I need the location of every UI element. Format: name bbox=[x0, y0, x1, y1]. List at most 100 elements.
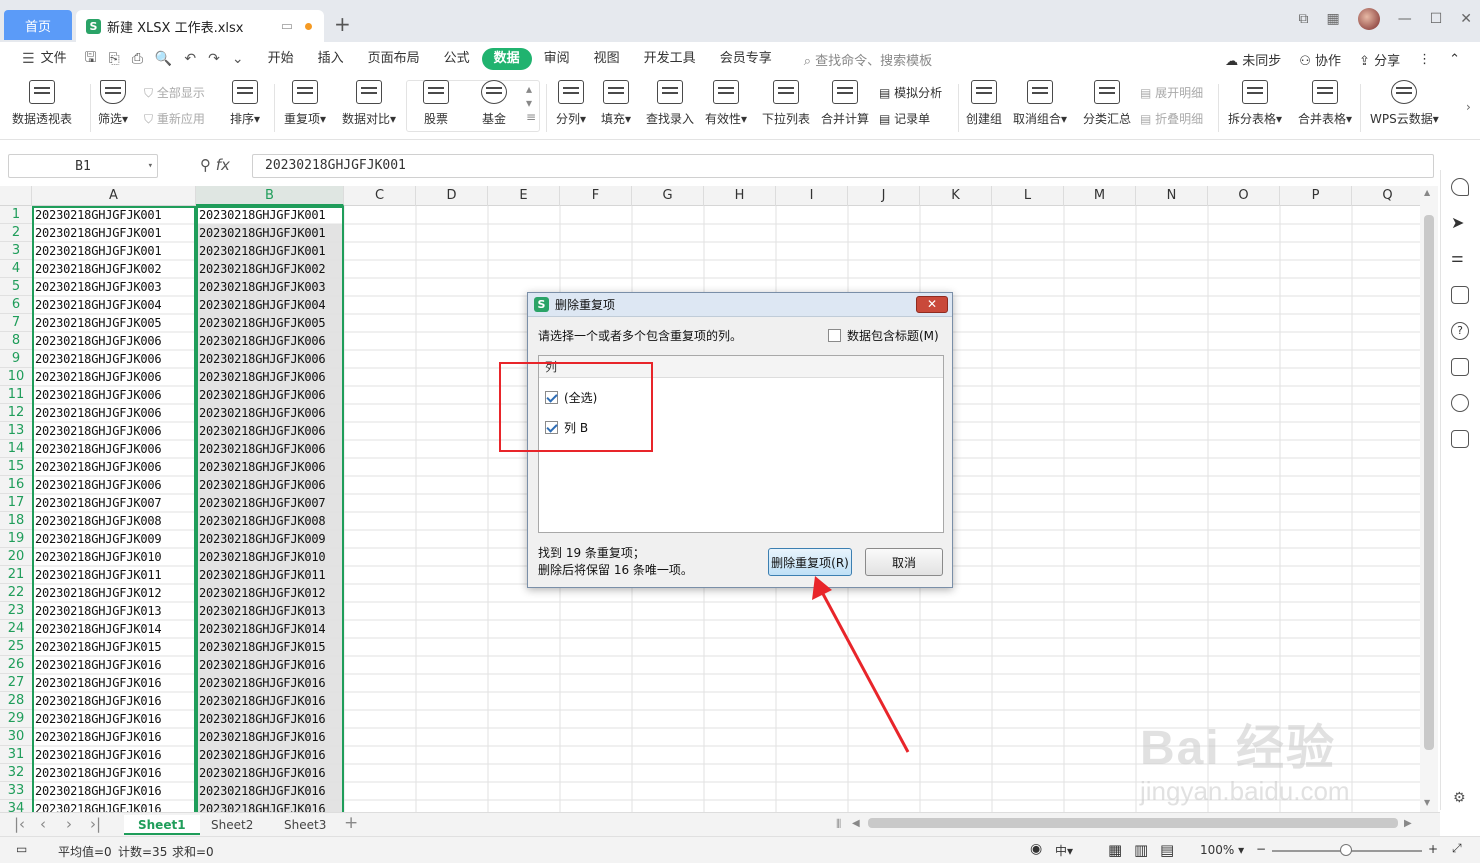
delete-duplicates-button[interactable]: 删除重复项(R) bbox=[768, 548, 852, 576]
expand-detail-button[interactable]: ▤ 展开明细 bbox=[1140, 84, 1203, 101]
column-b-checkbox[interactable] bbox=[545, 421, 558, 434]
settings-gear-icon[interactable]: ⚙ bbox=[1453, 790, 1466, 806]
menu-file[interactable]: 文件 bbox=[41, 48, 79, 70]
close-window-icon[interactable]: ✕ bbox=[1460, 11, 1472, 27]
sheet-tab-1[interactable]: Sheet1 bbox=[124, 815, 200, 835]
export-pdf-icon[interactable]: ⎘ bbox=[103, 51, 126, 67]
record-form-button[interactable]: ▤ 记录单 bbox=[879, 110, 930, 127]
name-box-dropdown-icon[interactable]: ▾ bbox=[148, 161, 153, 171]
quick-access-dropdown-icon[interactable]: ⌄ bbox=[226, 51, 256, 67]
ribbon-scroll-right-icon[interactable]: › bbox=[1466, 100, 1471, 114]
last-sheet-icon[interactable]: ›| bbox=[90, 815, 101, 833]
show-all-button[interactable]: ⛉ 全部显示 bbox=[144, 84, 205, 101]
scroll-down-icon[interactable]: ▼ bbox=[1424, 798, 1430, 807]
menu-formula[interactable]: 公式 bbox=[432, 48, 482, 70]
menu-developer[interactable]: 开发工具 bbox=[632, 48, 708, 70]
help-icon[interactable]: ? bbox=[1451, 322, 1469, 340]
column-b-item[interactable]: 列 B bbox=[545, 419, 588, 436]
location-icon[interactable] bbox=[1451, 394, 1469, 412]
wps-cloud-data-button[interactable]: WPS云数据▾ bbox=[1370, 80, 1439, 127]
menu-view[interactable]: 视图 bbox=[582, 48, 632, 70]
fill-button[interactable]: 填充▾ bbox=[601, 80, 631, 127]
apps-grid-icon[interactable]: ▦ bbox=[1326, 11, 1339, 27]
collapse-ribbon-icon[interactable]: ⌃ bbox=[1449, 52, 1460, 67]
create-group-button[interactable]: 创建组 bbox=[966, 80, 1002, 127]
menu-member[interactable]: 会员专享 bbox=[708, 48, 784, 70]
menu-data[interactable]: 数据 bbox=[481, 48, 532, 70]
status-monitor-icon[interactable]: ▭ bbox=[16, 842, 27, 856]
scroll-up-icon[interactable]: ▲ bbox=[1424, 188, 1430, 197]
print-preview-icon[interactable]: 🔍 bbox=[149, 51, 178, 67]
menu-insert[interactable]: 插入 bbox=[306, 48, 356, 70]
select-all-checkbox[interactable] bbox=[545, 391, 558, 404]
avatar[interactable] bbox=[1357, 8, 1380, 30]
header-checkbox[interactable]: 数据包含标题(M) bbox=[828, 327, 939, 344]
zoom-level[interactable]: 100% ▾ bbox=[1200, 843, 1244, 857]
scroll-left-icon[interactable]: ◀ bbox=[852, 818, 860, 829]
transform-icon[interactable] bbox=[1451, 286, 1469, 304]
fund-button[interactable]: 基金 bbox=[481, 80, 507, 127]
fx-icon[interactable]: fx bbox=[216, 156, 230, 174]
input-mode-icon[interactable]: 中▾ bbox=[1055, 842, 1073, 859]
filter-button[interactable]: 筛选▾ bbox=[98, 80, 128, 127]
ungroup-button[interactable]: 取消组合▾ bbox=[1013, 80, 1067, 127]
select-all-item[interactable]: (全选) bbox=[545, 389, 597, 406]
split-handle-icon[interactable]: ⦀ bbox=[836, 817, 841, 832]
sliders-icon[interactable]: ⚌ bbox=[1451, 250, 1469, 268]
redo-icon[interactable]: ↷ bbox=[202, 51, 226, 67]
page-break-view-icon[interactable]: ▥ bbox=[1134, 841, 1148, 859]
rocket-icon[interactable] bbox=[1451, 178, 1469, 196]
prev-sheet-icon[interactable]: ‹ bbox=[40, 815, 46, 833]
eye-protection-icon[interactable]: ◉ bbox=[1030, 841, 1042, 857]
first-sheet-icon[interactable]: |‹ bbox=[14, 815, 25, 833]
maximize-icon[interactable]: ☐ bbox=[1430, 11, 1443, 27]
zoom-icon[interactable]: ⚲ bbox=[200, 156, 216, 174]
sync-button[interactable]: ☁ 未同步 bbox=[1225, 50, 1281, 69]
split-column-button[interactable]: 分列▾ bbox=[556, 80, 586, 127]
simulate-button[interactable]: ▤ 模拟分析 bbox=[879, 84, 942, 101]
split-table-button[interactable]: 拆分表格▾ bbox=[1228, 80, 1282, 127]
cancel-button[interactable]: 取消 bbox=[865, 548, 943, 576]
dialog-close-icon[interactable]: ✕ bbox=[916, 296, 948, 313]
menu-page-layout[interactable]: 页面布局 bbox=[356, 48, 432, 70]
share-button[interactable]: ⇪ 分享 bbox=[1359, 50, 1400, 69]
save-icon[interactable]: 🖫 bbox=[79, 47, 103, 71]
validity-button[interactable]: 有效性▾ bbox=[705, 80, 747, 127]
new-tab-plus-icon[interactable]: + bbox=[334, 12, 354, 36]
dropdown-list-button[interactable]: 下拉列表 bbox=[762, 80, 810, 127]
data-compare-button[interactable]: 数据对比▾ bbox=[342, 80, 396, 127]
reading-view-icon[interactable]: ▤ bbox=[1160, 841, 1174, 859]
sort-button[interactable]: 排序▾ bbox=[230, 80, 260, 127]
fullscreen-icon[interactable]: ⤢ bbox=[1452, 841, 1462, 856]
formula-input[interactable]: 20230218GHJGFJK001 bbox=[252, 154, 1434, 178]
zoom-out-icon[interactable]: − bbox=[1256, 842, 1266, 856]
horizontal-scroll-thumb[interactable] bbox=[868, 818, 1398, 828]
consolidate-button[interactable]: 合并计算 bbox=[821, 80, 869, 127]
duplicates-button[interactable]: 重复项▾ bbox=[284, 80, 326, 127]
name-box[interactable]: B1 ▾ bbox=[8, 154, 158, 178]
backup-icon[interactable] bbox=[1451, 358, 1469, 376]
zoom-slider-handle[interactable] bbox=[1340, 844, 1352, 856]
monitor-icon[interactable]: ▭ bbox=[281, 19, 293, 34]
merge-table-button[interactable]: 合并表格▾ bbox=[1298, 80, 1352, 127]
collab-button[interactable]: ⚇ 协作 bbox=[1299, 50, 1341, 69]
stock-button[interactable]: 股票 bbox=[423, 80, 449, 127]
collapse-detail-button[interactable]: ▤ 折叠明细 bbox=[1140, 110, 1203, 127]
menu-review[interactable]: 审阅 bbox=[532, 48, 582, 70]
book-icon[interactable] bbox=[1451, 430, 1469, 448]
add-sheet-plus-icon[interactable]: + bbox=[344, 813, 358, 833]
minimize-icon[interactable]: — bbox=[1398, 11, 1412, 27]
home-tab[interactable]: 首页 bbox=[4, 10, 72, 40]
pivot-table-button[interactable]: 数据透视表 bbox=[12, 80, 72, 127]
command-search[interactable]: ⌕ 查找命令、搜索模板 bbox=[784, 50, 932, 69]
zoom-in-icon[interactable]: + bbox=[1428, 842, 1438, 856]
window-layout-icon[interactable]: ⧉ bbox=[1298, 11, 1308, 27]
next-sheet-icon[interactable]: › bbox=[66, 815, 72, 833]
header-checkbox-box[interactable] bbox=[828, 329, 841, 342]
reapply-button[interactable]: ⛉ 重新应用 bbox=[144, 110, 205, 127]
hamburger-menu-icon[interactable]: ☰ bbox=[16, 51, 41, 67]
document-tab[interactable]: S 新建 XLSX 工作表.xlsx ▭ bbox=[76, 10, 324, 42]
lookup-entry-button[interactable]: 查找录入 bbox=[646, 80, 694, 127]
more-icon[interactable]: ⋮ bbox=[1418, 52, 1431, 67]
undo-icon[interactable]: ↶ bbox=[178, 51, 202, 67]
